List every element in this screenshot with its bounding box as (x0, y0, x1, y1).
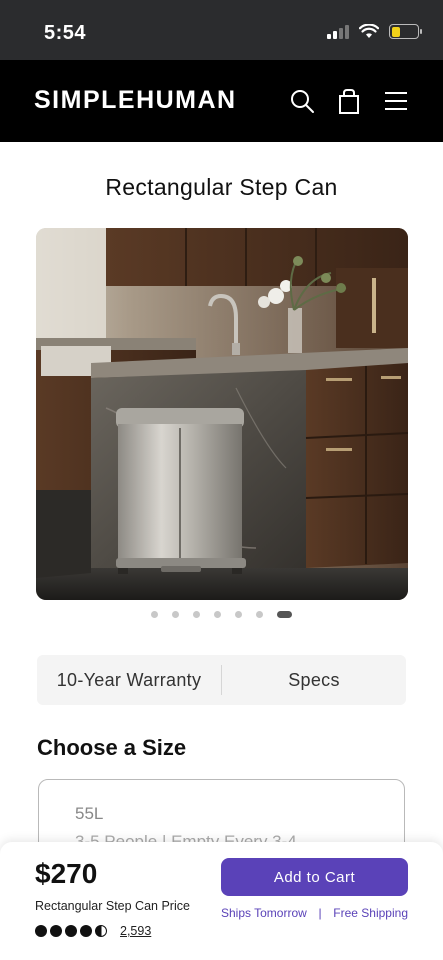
brand-logo[interactable]: SIMPLEHUMAN (34, 86, 237, 115)
site-header: SIMPLEHUMAN (0, 60, 443, 142)
tab-specs[interactable]: Specs (222, 670, 406, 691)
tab-warranty[interactable]: 10-Year Warranty (37, 670, 221, 691)
search-icon[interactable] (289, 88, 315, 114)
cellular-signal-icon (327, 24, 349, 39)
add-to-cart-button[interactable]: Add to Cart (221, 858, 408, 896)
price-label: Rectangular Step Can Price (35, 899, 190, 913)
carousel-dots (0, 611, 443, 618)
carousel-dot-active[interactable] (277, 611, 292, 618)
rating-half-dot-icon (95, 925, 107, 937)
carousel-dot[interactable] (193, 611, 200, 618)
review-count-link[interactable]: 2,593 (120, 924, 151, 938)
status-icons (327, 24, 422, 39)
price: $270 (35, 858, 98, 889)
battery-icon (389, 24, 422, 39)
wifi-icon (359, 24, 379, 38)
free-shipping-text: Free Shipping (333, 906, 408, 920)
rating[interactable]: 2,593 (35, 924, 151, 938)
rating-dot-icon (80, 925, 92, 937)
carousel-dot[interactable] (256, 611, 263, 618)
rating-dot-icon (50, 925, 62, 937)
product-title: Rectangular Step Can (105, 174, 338, 200)
shipping-info: Ships Tomorrow | Free Shipping (221, 906, 408, 920)
menu-icon[interactable] (383, 88, 409, 114)
rating-dot-icon (35, 925, 47, 937)
status-bar: 5:54 (0, 0, 443, 60)
carousel-dot[interactable] (214, 611, 221, 618)
kitchen-scene-image (36, 228, 408, 600)
ships-tomorrow-text: Ships Tomorrow (221, 906, 307, 920)
purchase-bar: $270 Rectangular Step Can Price 2,593 Ad… (0, 842, 443, 960)
status-time: 5:54 (44, 22, 87, 44)
size-option-name: 55L (75, 804, 104, 823)
carousel-dot[interactable] (172, 611, 179, 618)
size-section-title: Choose a Size (37, 735, 187, 760)
info-tabs: 10-Year Warranty Specs (37, 655, 406, 705)
rating-dot-icon (65, 925, 77, 937)
shopping-bag-icon[interactable] (336, 88, 362, 114)
carousel-dot[interactable] (235, 611, 242, 618)
carousel-dot[interactable] (151, 611, 158, 618)
product-image[interactable] (36, 228, 408, 600)
shipping-separator: | (318, 906, 322, 920)
battery-level (391, 26, 401, 37)
